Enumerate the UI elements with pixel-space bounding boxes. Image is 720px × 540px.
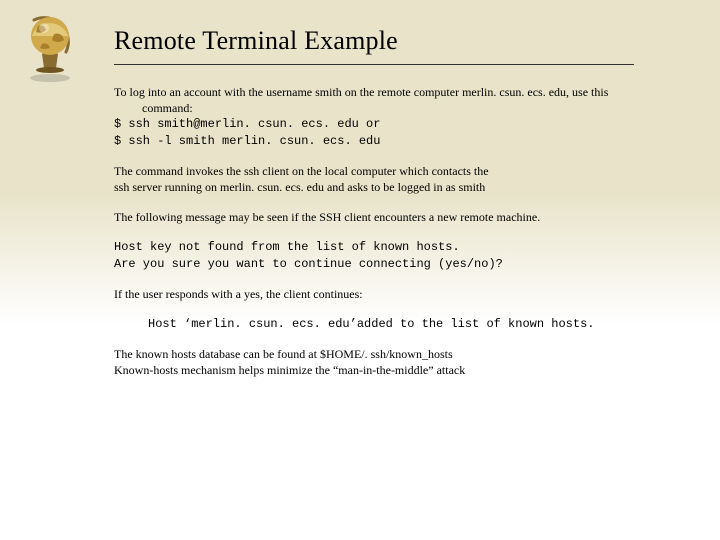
known-hosts-line-1: The known hosts database can be found at… [114, 346, 674, 362]
hostkey-intro: The following message may be seen if the… [114, 209, 674, 225]
intro-line-1: To log into an account with the username… [114, 84, 674, 100]
known-hosts-block: The known hosts database can be found at… [114, 346, 674, 378]
hostkey-added-text: Host ‘merlin. csun. ecs. edu’added to th… [148, 316, 674, 332]
slide: Remote Terminal Example To log into an a… [0, 0, 720, 540]
slide-title: Remote Terminal Example [114, 26, 398, 56]
hostkey-intro-text: The following message may be seen if the… [114, 209, 674, 225]
explain-line-1: The command invokes the ssh client on th… [114, 163, 674, 179]
hostkey-msg-line-1: Host key not found from the list of know… [114, 239, 674, 255]
intro-block: To log into an account with the username… [114, 84, 674, 149]
title-underline [114, 64, 634, 65]
client-continues: If the user responds with a yes, the cli… [114, 286, 674, 302]
ssh-command-2: $ ssh -l smith merlin. csun. ecs. edu [114, 133, 674, 149]
hostkey-added-message: Host ‘merlin. csun. ecs. edu’added to th… [114, 316, 674, 332]
explain-ssh-block: The command invokes the ssh client on th… [114, 163, 674, 195]
intro-line-2: command: [114, 100, 674, 116]
known-hosts-line-2: Known-hosts mechanism helps minimize the… [114, 362, 674, 378]
hostkey-message: Host key not found from the list of know… [114, 239, 674, 271]
globe-icon [10, 6, 90, 86]
ssh-command-1: $ ssh smith@merlin. csun. ecs. edu or [114, 116, 674, 132]
client-continues-text: If the user responds with a yes, the cli… [114, 286, 674, 302]
explain-line-2: ssh server running on merlin. csun. ecs.… [114, 179, 674, 195]
hostkey-msg-line-2: Are you sure you want to continue connec… [114, 256, 674, 272]
slide-body: To log into an account with the username… [114, 84, 674, 392]
